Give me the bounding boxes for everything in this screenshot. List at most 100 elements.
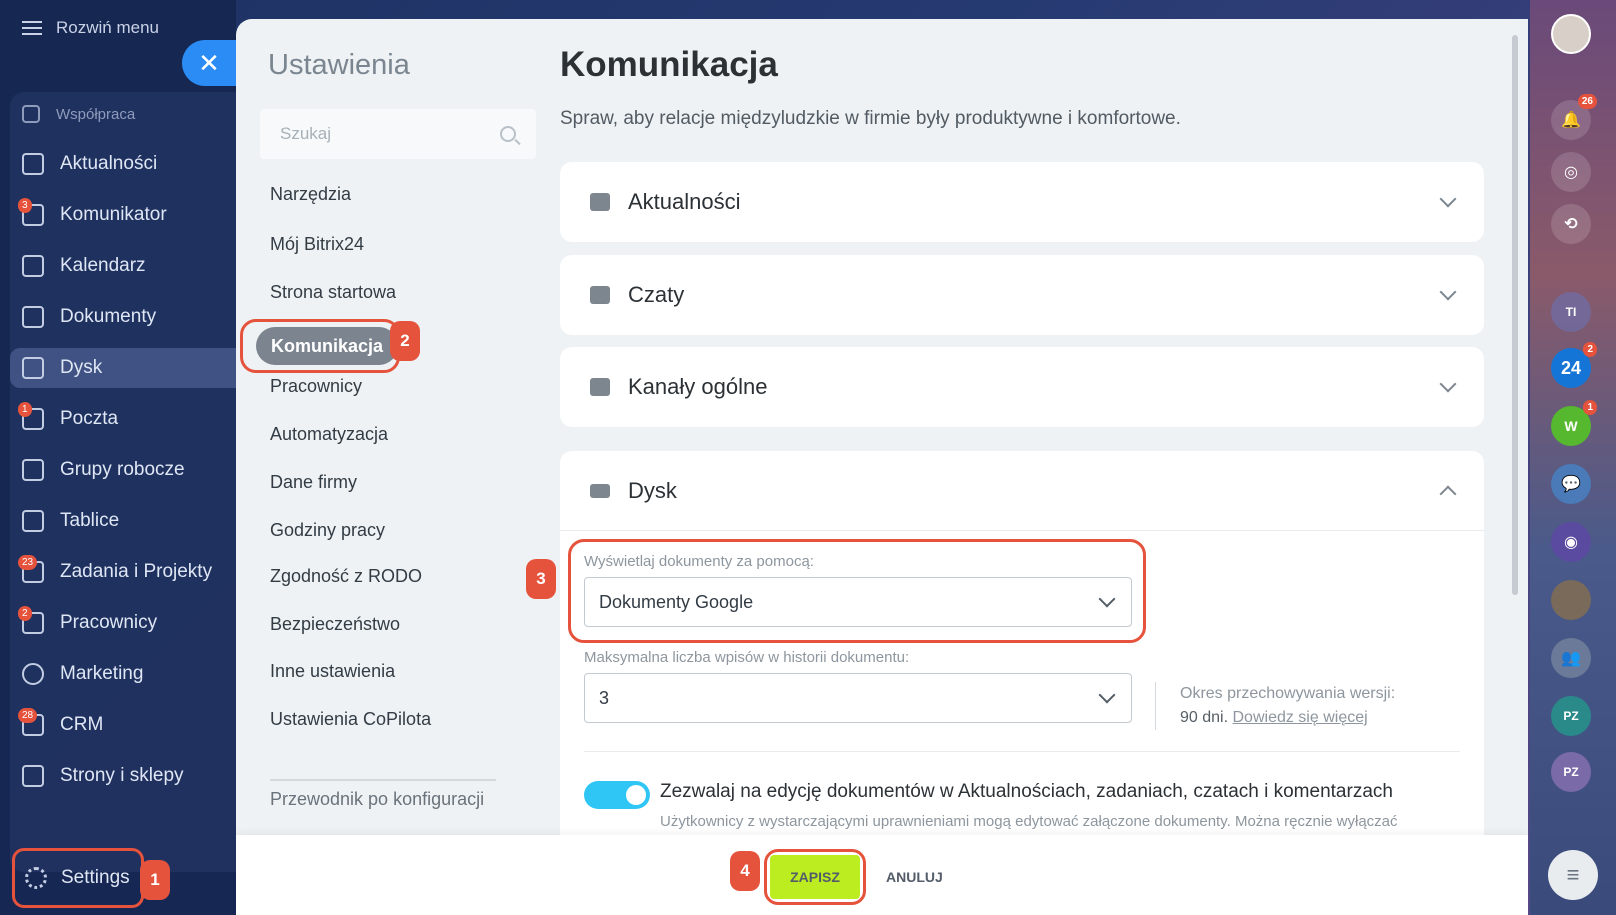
sidebar-item-strony-i-sklepy[interactable]: Strony i sklepy bbox=[22, 756, 222, 796]
footer-bar: ZAPISZ ANULUJ 4 bbox=[236, 835, 1528, 915]
pracownicy-badge: 2 bbox=[18, 606, 32, 621]
board-icon bbox=[22, 510, 44, 532]
history-label: Maksymalna liczba wpisów w historii doku… bbox=[584, 649, 910, 666]
menu-item-strona-startowa[interactable]: Strona startowa bbox=[270, 282, 396, 303]
bell-icon: 🔔 bbox=[1561, 112, 1581, 129]
menu-item-komunikacja[interactable]: Komunikacja bbox=[256, 327, 398, 365]
sidebar-item-tablice[interactable]: Tablice bbox=[22, 501, 222, 541]
sidebar-item-zadania[interactable]: 23 Zadania i Projekty bbox=[18, 552, 222, 592]
menu-item-inne-ustawienia[interactable]: Inne ustawienia bbox=[270, 661, 395, 682]
expand-menu-button[interactable]: Rozwiń menu bbox=[22, 18, 159, 38]
scrollbar[interactable] bbox=[1512, 35, 1518, 595]
display-docs-select[interactable]: Dokumenty Google bbox=[584, 577, 1132, 627]
calendar-icon bbox=[22, 255, 44, 277]
retention-label: Okres przechowywania wersji: bbox=[1180, 685, 1396, 702]
user-avatar[interactable] bbox=[1551, 14, 1591, 54]
disk-icon bbox=[590, 483, 610, 498]
collaboration-icon bbox=[22, 105, 40, 123]
allow-edit-description: Użytkownicy z wystarczającymi uprawnieni… bbox=[660, 813, 1398, 830]
divider bbox=[584, 751, 1460, 752]
section-czaty[interactable]: Czaty bbox=[560, 255, 1484, 335]
sidebar-item-poczta[interactable]: 1 Poczta bbox=[18, 399, 222, 439]
left-sidebar: Rozwiń menu Współpraca Aktualności 3 Kom… bbox=[0, 0, 236, 915]
section-kanaly-ogolne[interactable]: Kanały ogólne bbox=[560, 347, 1484, 427]
sidebar-item-dysk[interactable]: Dysk bbox=[10, 348, 236, 388]
settings-panel: Ustawienia Szukaj Narzędzia Mój Bitrix24… bbox=[236, 19, 1528, 915]
sidebar-item-marketing[interactable]: Marketing bbox=[22, 654, 222, 694]
menu-item-godziny-pracy[interactable]: Godziny pracy bbox=[270, 520, 385, 541]
cancel-button[interactable]: ANULUJ bbox=[886, 855, 943, 899]
right-sidebar: 🔔 26 ◎ ⟲ TI 24 2 W 1 💬 ◉ 👥 PZ PZ ≡ bbox=[1530, 0, 1616, 915]
menu-item-automatyzacja[interactable]: Automatyzacja bbox=[270, 424, 388, 445]
komunikator-badge: 3 bbox=[18, 198, 32, 213]
sidebar-item-crm[interactable]: 28 CRM bbox=[18, 705, 222, 745]
search-input[interactable]: Szukaj bbox=[260, 109, 536, 159]
bitrix24-button[interactable]: 24 2 bbox=[1551, 342, 1597, 388]
contact-pz-2[interactable]: PZ bbox=[1551, 752, 1591, 792]
step-marker-2: 2 bbox=[390, 321, 420, 361]
contact-pz-1[interactable]: PZ bbox=[1551, 696, 1591, 736]
chevron-down-icon bbox=[1098, 590, 1116, 608]
notifications-button[interactable]: 🔔 26 bbox=[1551, 94, 1597, 140]
tasks-icon: 23 bbox=[18, 555, 44, 583]
chevron-up-icon bbox=[1439, 485, 1457, 502]
chat-bubble-icon: 💬 bbox=[1561, 476, 1581, 493]
allow-edit-toggle[interactable] bbox=[584, 781, 650, 809]
history-value: 3 bbox=[599, 687, 610, 708]
menu-divider bbox=[270, 779, 496, 781]
menu-item-bezpieczenstwo[interactable]: Bezpieczeństwo bbox=[270, 614, 400, 635]
chevron-down-icon bbox=[1439, 190, 1457, 208]
close-panel-button[interactable]: ✕ bbox=[182, 40, 236, 86]
group-icon bbox=[22, 459, 44, 481]
sync-icon: ⟲ bbox=[1564, 216, 1578, 233]
notifications-badge: 26 bbox=[1577, 94, 1597, 109]
target-button[interactable]: ◎ bbox=[1551, 152, 1591, 192]
contact-ti[interactable]: TI bbox=[1551, 292, 1591, 332]
target-icon: ◎ bbox=[1564, 164, 1578, 181]
mail-icon: 1 bbox=[18, 402, 44, 430]
menu-item-dane-firmy[interactable]: Dane firmy bbox=[270, 472, 357, 493]
sidebar-item-dokumenty[interactable]: Dokumenty bbox=[22, 297, 222, 337]
search-icon bbox=[500, 126, 516, 142]
list-icon: ≡ bbox=[1566, 862, 1580, 887]
gear-icon bbox=[25, 867, 47, 889]
menu-item-ustawienia-copilota[interactable]: Ustawienia CoPilota bbox=[270, 709, 431, 730]
page-description: Spraw, aby relacje międzyludzkie w firmi… bbox=[560, 108, 1181, 129]
sidebar-item-komunikator[interactable]: 3 Komunikator bbox=[18, 195, 222, 235]
contact-w[interactable]: W 1 bbox=[1551, 400, 1597, 446]
panel-title: Ustawienia bbox=[268, 49, 410, 81]
retention-value: 90 dni. bbox=[1180, 709, 1229, 726]
sidebar-item-kalendarz[interactable]: Kalendarz bbox=[22, 246, 222, 286]
contact-photo[interactable] bbox=[1551, 580, 1591, 620]
marketing-icon bbox=[22, 663, 44, 685]
group-chat-button[interactable]: 👥 bbox=[1551, 638, 1591, 678]
chat-icon: 3 bbox=[18, 198, 44, 226]
chat-bubble-button[interactable]: 💬 bbox=[1551, 464, 1591, 504]
people-icon: 👥 bbox=[1561, 650, 1581, 667]
close-icon: ✕ bbox=[198, 47, 220, 78]
copilot-button[interactable]: ◉ bbox=[1551, 522, 1591, 562]
learn-more-link[interactable]: Dowiedz się więcej bbox=[1233, 709, 1368, 726]
step-marker-3: 3 bbox=[526, 559, 556, 599]
menu-item-narzedzia[interactable]: Narzędzia bbox=[270, 184, 351, 205]
section-aktualnosci[interactable]: Aktualności bbox=[560, 162, 1484, 242]
section-dysk-header[interactable]: Dysk bbox=[560, 451, 1484, 531]
menu-button[interactable]: ≡ bbox=[1548, 850, 1598, 900]
sidebar-item-pracownicy[interactable]: 2 Pracownicy bbox=[18, 603, 222, 643]
bitrix24-badge: 2 bbox=[1583, 342, 1597, 357]
sidebar-item-grupy-robocze[interactable]: Grupy robocze bbox=[22, 450, 222, 490]
sidebar-item-settings[interactable]: Settings bbox=[12, 848, 144, 908]
display-docs-label: Wyświetlaj dokumenty za pomocą: bbox=[584, 553, 814, 570]
history-select[interactable]: 3 bbox=[584, 673, 1132, 723]
disk-icon bbox=[22, 357, 44, 379]
menu-item-przewodnik[interactable]: Przewodnik po konfiguracji bbox=[270, 789, 484, 810]
menu-item-pracownicy[interactable]: Pracownicy bbox=[270, 376, 362, 397]
sidebar-item-wspolpraca[interactable]: Współpraca bbox=[22, 94, 222, 134]
sync-chat-button[interactable]: ⟲ bbox=[1551, 204, 1591, 244]
news-icon bbox=[22, 153, 44, 175]
save-button[interactable]: ZAPISZ bbox=[770, 855, 860, 899]
menu-item-moj-bitrix24[interactable]: Mój Bitrix24 bbox=[270, 234, 364, 255]
sidebar-item-aktualnosci[interactable]: Aktualności bbox=[22, 144, 222, 184]
menu-item-zgodnosc-rodo[interactable]: Zgodność z RODO bbox=[270, 566, 422, 587]
hamburger-icon bbox=[22, 21, 42, 35]
